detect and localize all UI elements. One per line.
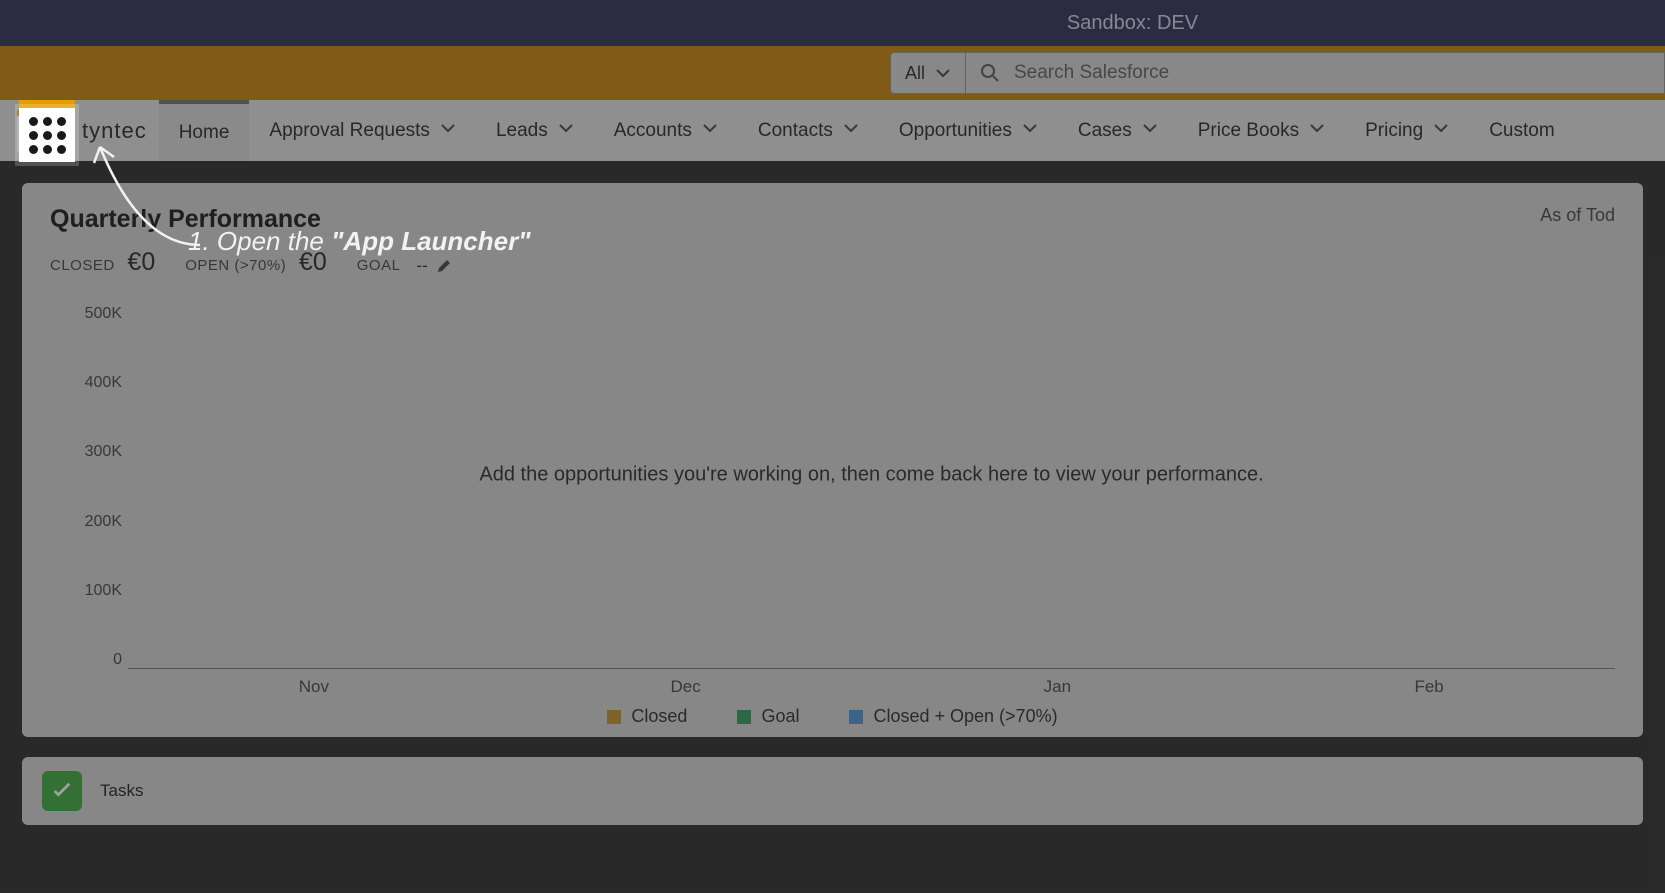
kpi-label: CLOSED	[50, 257, 115, 274]
tab-home[interactable]: Home	[159, 100, 250, 161]
app-name: tyntec	[76, 100, 159, 161]
legend-goal: Goal	[737, 706, 799, 727]
global-search: All	[890, 52, 1665, 94]
chart-empty-message: Add the opportunities you're working on,…	[128, 464, 1615, 487]
annotation-step-highlight: "App Launcher"	[331, 226, 530, 256]
tab-label: Pricing	[1365, 120, 1423, 142]
legend-swatch	[849, 710, 863, 724]
y-tick: 0	[113, 651, 122, 669]
tab-label: Cases	[1078, 120, 1132, 142]
kpi-closed: CLOSED €0	[50, 248, 155, 277]
tab-label: Leads	[496, 120, 548, 142]
kpi-value: €0	[127, 248, 155, 276]
legend-label: Closed + Open (>70%)	[873, 706, 1057, 727]
annotation-step-prefix: 1. Open the	[188, 226, 331, 256]
y-tick: 200K	[85, 513, 122, 531]
y-tick: 100K	[85, 582, 122, 600]
chevron-down-icon	[935, 65, 951, 81]
kpi-label: OPEN (>70%)	[185, 257, 286, 274]
legend-label: Closed	[631, 706, 687, 727]
search-icon	[980, 63, 1000, 83]
tab-price-books[interactable]: Price Books	[1178, 100, 1345, 161]
kpi-goal: GOAL --	[357, 256, 452, 276]
sandbox-banner: Sandbox: DEV	[0, 0, 1665, 46]
chart-legend: Closed Goal Closed + Open (>70%)	[50, 706, 1615, 727]
tab-opportunities[interactable]: Opportunities	[879, 100, 1058, 161]
tab-cases[interactable]: Cases	[1058, 100, 1178, 161]
annotation-text: 1. Open the "App Launcher"	[188, 226, 531, 257]
global-header: All	[0, 46, 1665, 100]
tasks-card: Tasks	[22, 757, 1643, 825]
search-scope-label: All	[905, 63, 925, 84]
tab-label: Accounts	[614, 120, 692, 142]
tasks-icon	[42, 771, 82, 811]
search-box[interactable]	[965, 52, 1665, 94]
tab-label: Home	[179, 122, 230, 144]
page-content: Quarterly Performance As of Tod CLOSED €…	[0, 161, 1665, 847]
legend-label: Goal	[761, 706, 799, 727]
tab-label: Price Books	[1198, 120, 1299, 142]
x-tick: Feb	[1243, 677, 1615, 697]
x-tick: Nov	[128, 677, 500, 697]
nav-bar: tyntec Home Approval Requests Leads Acco…	[0, 100, 1665, 161]
search-scope-dropdown[interactable]: All	[890, 52, 965, 94]
tab-contacts[interactable]: Contacts	[738, 100, 879, 161]
tab-label: Opportunities	[899, 120, 1012, 142]
tab-leads[interactable]: Leads	[476, 100, 594, 161]
as-of-label: As of Tod	[1540, 205, 1615, 226]
y-tick: 500K	[85, 305, 122, 323]
tab-pricing[interactable]: Pricing	[1345, 100, 1469, 161]
app-launcher-button-highlighted[interactable]	[19, 108, 75, 162]
chevron-down-icon	[1022, 120, 1038, 142]
chevron-down-icon	[558, 120, 574, 142]
y-tick: 400K	[85, 374, 122, 392]
quarterly-performance-card: Quarterly Performance As of Tod CLOSED €…	[22, 183, 1643, 737]
chevron-down-icon	[1309, 120, 1325, 142]
chevron-down-icon	[702, 120, 718, 142]
chart-x-axis: Nov Dec Jan Feb	[128, 677, 1615, 697]
kpi-label: GOAL	[357, 257, 401, 274]
nav-tabs: Home Approval Requests Leads Accounts Co…	[159, 100, 1575, 161]
legend-swatch	[737, 710, 751, 724]
sandbox-label: Sandbox: DEV	[1067, 12, 1198, 35]
x-tick: Dec	[500, 677, 872, 697]
legend-closed: Closed	[607, 706, 687, 727]
tab-label: Contacts	[758, 120, 833, 142]
chart-y-axis: 500K 400K 300K 200K 100K 0	[50, 297, 122, 727]
tab-custom[interactable]: Custom	[1469, 100, 1574, 161]
pencil-icon[interactable]	[436, 258, 452, 274]
y-tick: 300K	[85, 443, 122, 461]
tasks-title: Tasks	[100, 781, 143, 801]
performance-chart: 500K 400K 300K 200K 100K 0 Add the oppor…	[50, 297, 1615, 727]
tab-accounts[interactable]: Accounts	[594, 100, 738, 161]
chevron-down-icon	[440, 120, 456, 142]
tab-label: Approval Requests	[269, 120, 430, 142]
kpi-value: --	[416, 256, 427, 276]
chart-plot-area: Add the opportunities you're working on,…	[128, 297, 1615, 669]
tab-label: Custom	[1489, 120, 1554, 142]
app-launcher-highlight-stripe	[19, 100, 75, 108]
chevron-down-icon	[1142, 120, 1158, 142]
chevron-down-icon	[843, 120, 859, 142]
x-tick: Jan	[872, 677, 1244, 697]
chevron-down-icon	[1433, 120, 1449, 142]
legend-closed-open: Closed + Open (>70%)	[849, 706, 1057, 727]
legend-swatch	[607, 710, 621, 724]
tab-approval-requests[interactable]: Approval Requests	[249, 100, 476, 161]
search-input[interactable]	[1014, 62, 1650, 84]
